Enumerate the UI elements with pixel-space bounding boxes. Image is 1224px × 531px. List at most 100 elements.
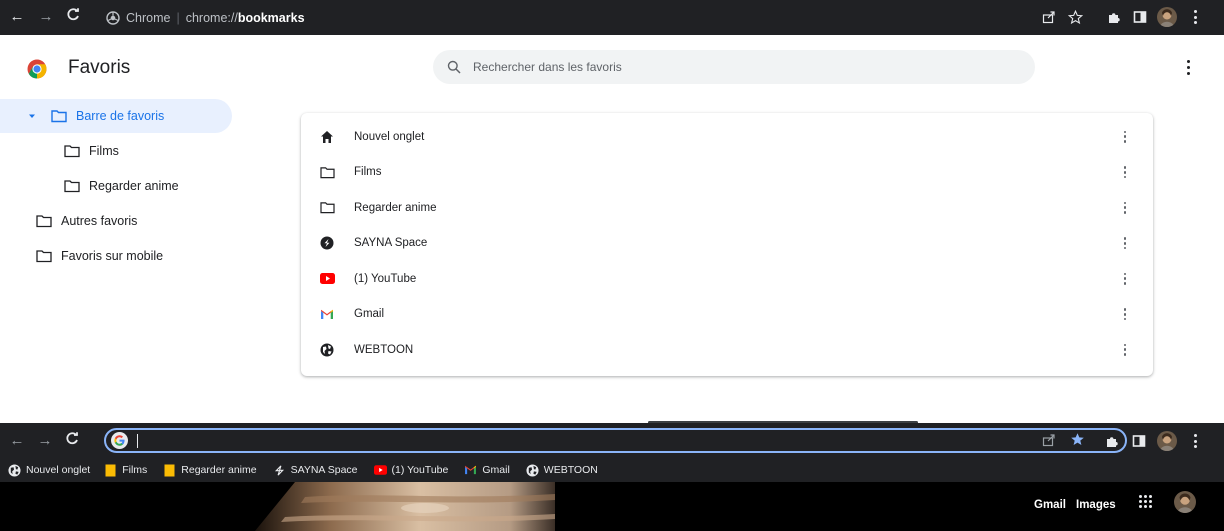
bookmarks-bar-item[interactable]: Gmail [462,460,511,480]
folder-icon [64,180,80,193]
list-item[interactable]: Regarder anime [301,190,1153,226]
avatar-image [1157,431,1177,451]
address-bar[interactable] [104,428,1127,453]
browser-toolbar: ← → Chrome | chrome://bookmarks [0,0,1224,35]
avatar-image [1174,491,1196,513]
address-bar[interactable]: Chrome | chrome://bookmarks [106,4,1128,31]
globe-icon [319,342,335,358]
kebab-icon [1193,434,1197,448]
tree-item-label: Favoris sur mobile [61,249,164,263]
bookmarks-bar-item[interactable]: Films [102,460,149,480]
reload-icon [67,8,79,21]
star-filled-icon [1071,433,1084,445]
url-scheme: chrome:// [185,10,238,25]
bookmark-star-button[interactable] [1070,432,1085,452]
forward-button[interactable]: → [37,8,55,26]
bookmarks-bar-item[interactable]: WEBTOON [524,460,600,480]
list-item[interactable]: Nouvel onglet [301,119,1153,155]
chrome-icon [106,10,120,25]
bookmarks-bar-label: SAYNA Space [290,464,358,476]
caret-down-icon[interactable] [27,111,37,121]
home-icon [319,129,335,145]
share-icon [1042,11,1055,24]
page-title: Favoris [68,57,131,78]
side-panel-icon [1133,11,1147,23]
list-item[interactable]: Films [301,155,1153,191]
bookmarks-bar-label: Regarder anime [181,464,257,476]
side-panel-button[interactable] [1131,8,1149,26]
bookmarks-bar: Nouvel onglet Films Regarder anime SAYNA… [0,458,1224,482]
profile-avatar[interactable] [1157,7,1177,27]
item-menu-button[interactable] [1119,129,1131,145]
tree-item-label: Films [89,144,119,158]
tree-item-films[interactable]: Films [64,134,119,168]
google-account-avatar[interactable] [1174,491,1196,513]
extensions-button[interactable] [1105,8,1123,26]
tree-item-autres-favoris[interactable]: Autres favoris [36,204,137,238]
google-icon [111,432,128,449]
chrome-menu-button[interactable] [1186,8,1204,26]
avatar-image [1157,7,1177,27]
item-menu-button[interactable] [1119,306,1131,322]
reload-button[interactable] [63,432,81,450]
extensions-button[interactable] [1103,432,1121,450]
share-icon [1042,434,1055,447]
bookmarks-bar-item[interactable]: SAYNA Space [271,460,360,480]
item-menu-button[interactable] [1119,271,1131,287]
share-button[interactable] [1042,433,1056,452]
second-browser-window: ← → Nouvel onglet Films Regarder anime S… [0,423,1224,531]
bookmarks-bar-item[interactable]: Regarder anime [161,460,258,480]
list-item-label: Gmail [354,308,385,321]
bookmarks-bar-label: WEBTOON [543,464,598,476]
item-menu-button[interactable] [1119,164,1131,180]
bookmarks-bar-item[interactable]: (1) YouTube [372,460,451,480]
item-menu-button[interactable] [1119,342,1131,358]
folder-icon [64,145,80,158]
bookmarks-header: Favoris [0,35,1224,99]
reload-button[interactable] [64,8,82,26]
list-item-label: WEBTOON [354,343,414,356]
search-icon [447,60,461,74]
images-link[interactable]: Images [1076,499,1116,511]
reload-icon [66,432,78,445]
globe-icon [8,463,21,477]
tree-item-barre-de-favoris[interactable]: Barre de favoris [0,99,232,133]
list-item-label: (1) YouTube [354,272,417,285]
list-item[interactable]: Gmail [301,297,1153,333]
forward-button[interactable]: → [36,432,54,450]
share-button[interactable] [1040,8,1058,26]
item-menu-button[interactable] [1119,200,1131,216]
puzzle-icon [1108,12,1120,23]
profile-avatar[interactable] [1157,431,1177,451]
tree-item-favoris-sur-mobile[interactable]: Favoris sur mobile [36,239,163,273]
separator: | [176,10,180,25]
bookmarks-bar-item[interactable]: Nouvel onglet [6,460,92,480]
chrome-menu-button[interactable] [1186,432,1204,450]
search-input[interactable] [473,60,1013,74]
omnibox-input[interactable] [133,431,1033,450]
tree-item-label: Regarder anime [89,179,179,193]
planet-photo [255,482,555,531]
back-button[interactable]: ← [8,432,26,450]
globe-icon [526,463,539,477]
bookmark-list: Nouvel onglet Films Regarder anime SAYNA… [301,113,1153,376]
organize-menu-button[interactable] [1180,58,1196,76]
list-item[interactable]: SAYNA Space [301,226,1153,262]
gmail-link[interactable]: Gmail [1034,499,1066,511]
bookmarks-bar-label: (1) YouTube [391,464,449,476]
item-menu-button[interactable] [1119,235,1131,251]
tree-item-regarder-anime[interactable]: Regarder anime [64,169,179,203]
back-button[interactable]: ← [8,8,26,26]
side-panel-button[interactable] [1130,432,1148,450]
list-item[interactable]: WEBTOON [301,332,1153,368]
folder-icon [36,215,52,228]
bookmarks-search[interactable] [433,50,1035,84]
list-item-label: SAYNA Space [354,237,428,250]
list-item[interactable]: (1) YouTube [301,261,1153,297]
bookmark-star-button[interactable] [1066,8,1084,26]
new-tab-background: Gmail Images [0,482,1224,531]
bookmarks-bar-label: Films [122,464,148,476]
tree-item-label: Autres favoris [61,214,138,228]
google-apps-icon[interactable] [1139,495,1152,508]
list-item-label: Films [354,166,382,179]
